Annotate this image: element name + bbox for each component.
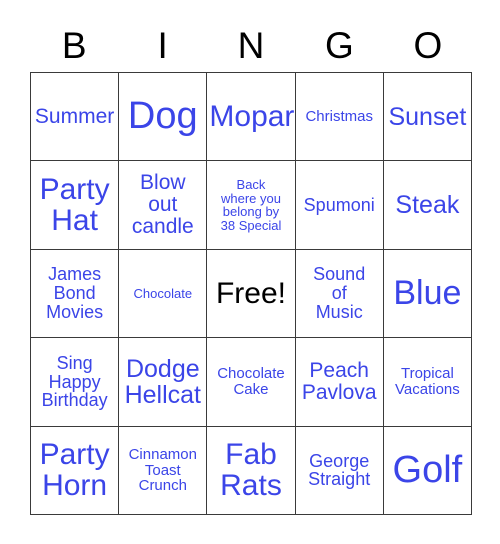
bingo-cell-label: James Bond Movies	[46, 264, 104, 322]
bingo-cell-free-space[interactable]: Free!	[207, 249, 296, 339]
bingo-cell-i3[interactable]: Chocolate	[119, 249, 208, 339]
bingo-cell-label: Christmas	[305, 107, 373, 125]
bingo-grid: Summer Dog Mopar Christmas Sunset Party …	[30, 72, 472, 515]
bingo-cell-label: Chocolate	[133, 285, 193, 301]
bingo-cell-label: Dodge Hellcat	[124, 354, 201, 409]
header-letter-n: N	[237, 24, 265, 66]
bingo-cell-g1[interactable]: Christmas	[295, 73, 384, 162]
bingo-cell-b1[interactable]: Summer	[31, 73, 120, 162]
bingo-cell-b3[interactable]: James Bond Movies	[31, 249, 120, 339]
bingo-cell-g5[interactable]: George Straight	[295, 426, 384, 515]
bingo-cell-label: Steak	[395, 191, 460, 220]
bingo-header: B I N G O	[30, 18, 472, 72]
header-letter-o: O	[413, 24, 443, 66]
bingo-cell-g2[interactable]: Spumoni	[295, 161, 384, 250]
bingo-cell-label: Summer	[34, 104, 115, 128]
bingo-cell-g4[interactable]: Peach Pavlova	[295, 338, 384, 427]
header-letter-i: I	[157, 24, 168, 66]
header-letter-b: B	[61, 24, 87, 66]
bingo-free-label: Free!	[215, 276, 286, 310]
bingo-cell-label: Tropical Vacations	[395, 365, 460, 398]
bingo-cell-label: Blow out candle	[131, 171, 194, 238]
bingo-cell-label: Spumoni	[303, 194, 375, 215]
bingo-cell-i2[interactable]: Blow out candle	[119, 161, 208, 250]
bingo-cell-label: George Straight	[308, 450, 371, 490]
bingo-cell-o1[interactable]: Sunset	[383, 73, 472, 162]
bingo-cell-n5[interactable]: Fab Rats	[207, 426, 296, 515]
bingo-cell-o4[interactable]: Tropical Vacations	[383, 338, 472, 427]
bingo-cell-label: Golf	[392, 448, 463, 491]
bingo-cell-label: Mopar	[209, 100, 295, 134]
header-letter-g: G	[325, 24, 354, 66]
bingo-cell-n2[interactable]: Back where you belong by 38 Special	[207, 161, 296, 250]
bingo-cell-label: Cinnamon Toast Crunch	[128, 445, 197, 495]
bingo-cell-o3[interactable]: Blue	[383, 249, 472, 339]
bingo-cell-label: Blue	[393, 273, 462, 312]
bingo-cell-b5[interactable]: Party Horn	[31, 426, 120, 515]
bingo-cell-label: Fab Rats	[220, 438, 282, 503]
bingo-cell-label: Party Horn	[39, 438, 110, 503]
bingo-cell-b2[interactable]: Party Hat	[31, 161, 120, 250]
bingo-cell-g3[interactable]: Sound of Music	[295, 249, 384, 339]
bingo-cell-label: Sing Happy Birthday	[41, 352, 108, 411]
bingo-cell-label: Back where you belong by 38 Special	[220, 177, 282, 233]
bingo-cell-i5[interactable]: Cinnamon Toast Crunch	[119, 426, 208, 515]
bingo-cell-label: Sunset	[388, 102, 467, 131]
bingo-cell-n4[interactable]: Chocolate Cake	[207, 338, 296, 427]
bingo-cell-i1[interactable]: Dog	[119, 73, 208, 162]
bingo-cell-n1[interactable]: Mopar	[207, 73, 296, 162]
bingo-cell-o5[interactable]: Golf	[383, 426, 472, 515]
bingo-cell-label: Peach Pavlova	[301, 359, 377, 404]
bingo-cell-label: Dog	[127, 94, 198, 137]
bingo-cell-o2[interactable]: Steak	[383, 161, 472, 250]
bingo-cell-i4[interactable]: Dodge Hellcat	[119, 338, 208, 427]
bingo-cell-label: Chocolate Cake	[217, 365, 285, 398]
bingo-cell-label: Party Hat	[39, 172, 110, 238]
bingo-card: B I N G O Summer Dog Mopar Christmas Sun…	[0, 0, 500, 544]
bingo-cell-label: Sound of Music	[313, 264, 366, 322]
bingo-cell-b4[interactable]: Sing Happy Birthday	[31, 338, 120, 427]
